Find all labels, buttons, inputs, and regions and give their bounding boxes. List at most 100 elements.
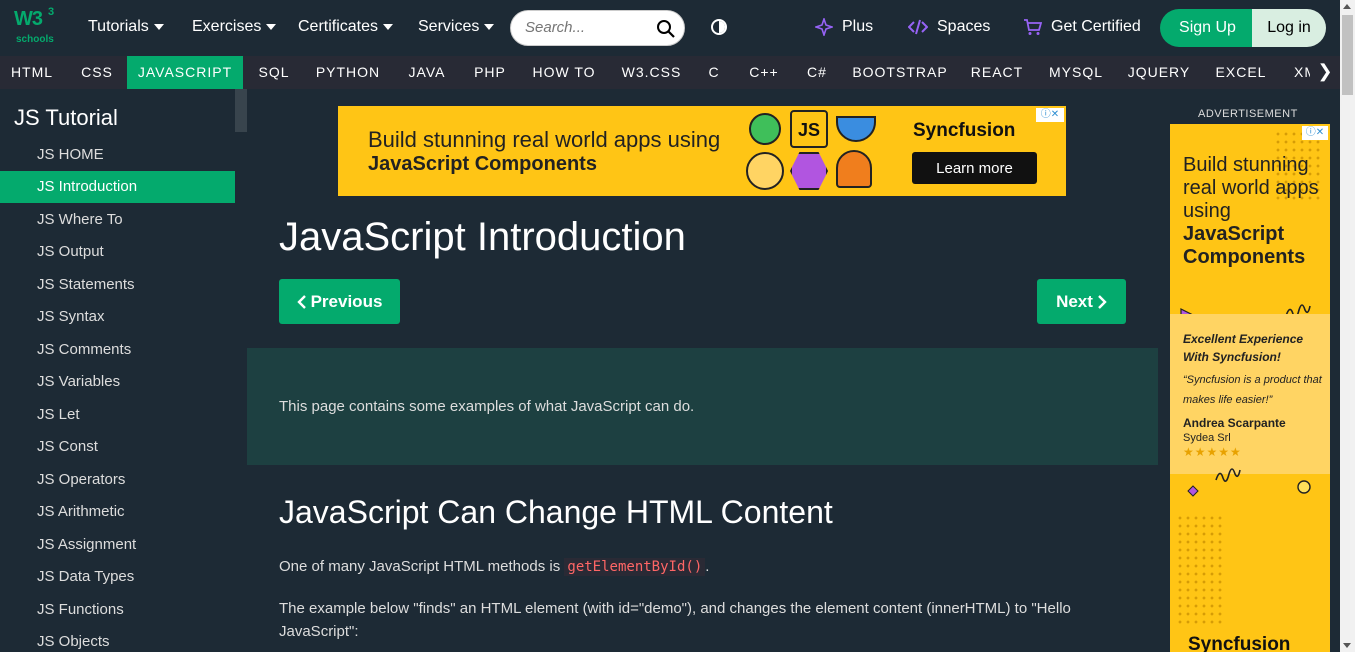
subnav-item-csharp[interactable]: C# <box>792 56 842 89</box>
sidebar-item-js-data-types[interactable]: JS Data Types <box>0 561 235 593</box>
scrollbar-thumb[interactable] <box>1342 15 1353 95</box>
advertisement-label: ADVERTISEMENT <box>1198 108 1298 120</box>
subject-navbar: HTML CSS JAVASCRIPT SQL PYTHON JAVA PHP … <box>0 56 1340 89</box>
cart-icon <box>1024 19 1042 35</box>
sidebar-item-js-variables[interactable]: JS Variables <box>0 366 235 398</box>
next-label: Next <box>1056 291 1093 311</box>
menu-certificates-label: Certificates <box>298 18 379 35</box>
subnav-item-cpp[interactable]: C++ <box>736 56 792 89</box>
sparkle-icon <box>815 18 833 36</box>
sidebar-scrollbar[interactable] <box>235 89 247 132</box>
subnav-item-css[interactable]: CSS <box>66 56 128 89</box>
plus-label: Plus <box>842 18 874 35</box>
spaces-link[interactable]: Spaces <box>908 18 990 36</box>
sidebar-item-js-functions[interactable]: JS Functions <box>0 594 235 626</box>
banner-ad-learn-more-button[interactable]: Learn more <box>912 152 1037 184</box>
subnav-item-bootstrap[interactable]: BOOTSTRAP <box>842 56 958 89</box>
main-content: Build stunning real world apps using Jav… <box>247 89 1158 652</box>
dark-mode-toggle-icon[interactable] <box>711 19 727 35</box>
menu-exercises[interactable]: Exercises <box>192 18 277 36</box>
banner-ad[interactable]: Build stunning real world apps using Jav… <box>338 106 1066 196</box>
log-in-button[interactable]: Log in <box>1252 9 1326 47</box>
testimonial-quote: “Syncfusion is a product that makes life… <box>1183 374 1322 406</box>
ad-choices-icon[interactable]: ⓘ✕ <box>1302 126 1328 140</box>
sidebar-item-js-output[interactable]: JS Output <box>0 236 235 268</box>
subnav-item-javascript[interactable]: JAVASCRIPT <box>127 56 243 89</box>
sidebar-item-js-const[interactable]: JS Const <box>0 431 235 463</box>
subnav-item-sql[interactable]: SQL <box>243 56 305 89</box>
subnav-item-howto[interactable]: HOW TO <box>517 56 611 89</box>
ad-headline: Build stunning real world apps using Jav… <box>1183 154 1323 269</box>
scroll-up-arrow-icon[interactable] <box>1343 4 1351 9</box>
next-button[interactable]: Next <box>1037 279 1126 324</box>
cube-tile-icon <box>790 152 828 190</box>
get-certified-label: Get Certified <box>1051 18 1141 35</box>
subnav-item-java[interactable]: JAVA <box>391 56 463 89</box>
inline-code: getElementById() <box>564 558 706 576</box>
search-box <box>510 10 685 46</box>
right-ad-column: ADVERTISEMENT Build stunning real world … <box>1158 89 1340 652</box>
previous-label: Previous <box>310 291 383 311</box>
ad-choices-icon[interactable]: ⓘ✕ <box>1036 108 1064 122</box>
subnav-item-python[interactable]: PYTHON <box>305 56 391 89</box>
paragraph-1: One of many JavaScript HTML methods is g… <box>279 555 1139 579</box>
subnav-item-mysql[interactable]: MYSQL <box>1036 56 1116 89</box>
subnav-item-c[interactable]: C <box>692 56 736 89</box>
section-heading: JavaScript Can Change HTML Content <box>279 494 833 530</box>
subnav-item-html[interactable]: HTML <box>0 56 64 89</box>
logo-sup: 3 <box>48 6 55 18</box>
banner-ad-brand: Syncfusion <box>913 120 1016 141</box>
sidebar-item-js-let[interactable]: JS Let <box>0 399 235 431</box>
testimonial-company: Sydea Srl <box>1183 432 1231 444</box>
subnav-scroll-right-icon[interactable]: ❯ <box>1310 56 1340 89</box>
skyscraper-ad[interactable]: Build stunning real world apps using Jav… <box>1170 124 1330 652</box>
sidebar-item-js-statements[interactable]: JS Statements <box>0 269 235 301</box>
sign-up-button[interactable]: Sign Up <box>1160 9 1255 47</box>
banner-ad-line2: JavaScript Components <box>368 153 597 175</box>
spaces-label: Spaces <box>937 18 991 35</box>
subnav-item-jquery[interactable]: JQUERY <box>1116 56 1202 89</box>
menu-services[interactable]: Services <box>418 18 495 36</box>
sidebar-item-js-home[interactable]: JS HOME <box>0 139 235 171</box>
sliders-tile-icon <box>836 116 876 142</box>
plus-link[interactable]: Plus <box>815 18 873 36</box>
w3schools-logo[interactable]: W3 3 schools <box>14 6 56 46</box>
get-certified-link[interactable]: Get Certified <box>1023 18 1141 36</box>
ad-brand: Syncfusion <box>1188 634 1291 652</box>
sidebar-item-js-where-to[interactable]: JS Where To <box>0 204 235 236</box>
previous-button[interactable]: Previous <box>279 279 400 324</box>
sidebar-item-js-arithmetic[interactable]: JS Arithmetic <box>0 496 235 528</box>
grid-tile-icon <box>836 150 872 188</box>
menu-certificates[interactable]: Certificates <box>298 18 394 36</box>
dot-pattern <box>1176 514 1226 624</box>
menu-exercises-label: Exercises <box>192 18 262 35</box>
caret-down-icon <box>266 24 277 30</box>
top-navbar: W3 3 schools Tutorials Exercises Certifi… <box>0 0 1340 56</box>
subnav-item-w3css[interactable]: W3.CSS <box>611 56 692 89</box>
code-icon <box>908 19 928 35</box>
squiggle-icon <box>1215 468 1241 482</box>
caret-down-icon <box>383 24 394 30</box>
paragraph-1-text: One of many JavaScript HTML methods is <box>279 558 561 575</box>
chevron-right-icon <box>1098 294 1107 309</box>
sidebar-item-js-introduction[interactable]: JS Introduction <box>0 171 235 203</box>
sidebar-item-js-syntax[interactable]: JS Syntax <box>0 301 235 333</box>
sidebar-item-js-assignment[interactable]: JS Assignment <box>0 529 235 561</box>
sidebar-item-js-operators[interactable]: JS Operators <box>0 464 235 496</box>
scroll-down-arrow-icon[interactable] <box>1343 643 1351 648</box>
search-icon[interactable] <box>656 19 676 39</box>
menu-services-label: Services <box>418 18 480 35</box>
ad-headline-line2: JavaScript Components <box>1183 223 1306 268</box>
sidebar-item-js-objects[interactable]: JS Objects <box>0 626 235 652</box>
subnav-item-php[interactable]: PHP <box>463 56 517 89</box>
page-scrollbar[interactable] <box>1340 0 1355 652</box>
search-input[interactable] <box>525 19 650 36</box>
subnav-item-react[interactable]: REACT <box>958 56 1036 89</box>
subnav-item-excel[interactable]: EXCEL <box>1202 56 1280 89</box>
chevron-left-icon <box>296 294 306 309</box>
menu-tutorials[interactable]: Tutorials <box>88 18 164 36</box>
sidebar-item-js-comments[interactable]: JS Comments <box>0 334 235 366</box>
banner-ad-line1: Build stunning real world apps using <box>368 127 721 152</box>
ad-headline-line1: Build stunning real world apps using <box>1183 154 1319 222</box>
paragraph-2: The example below "finds" an HTML elemen… <box>279 600 1071 640</box>
